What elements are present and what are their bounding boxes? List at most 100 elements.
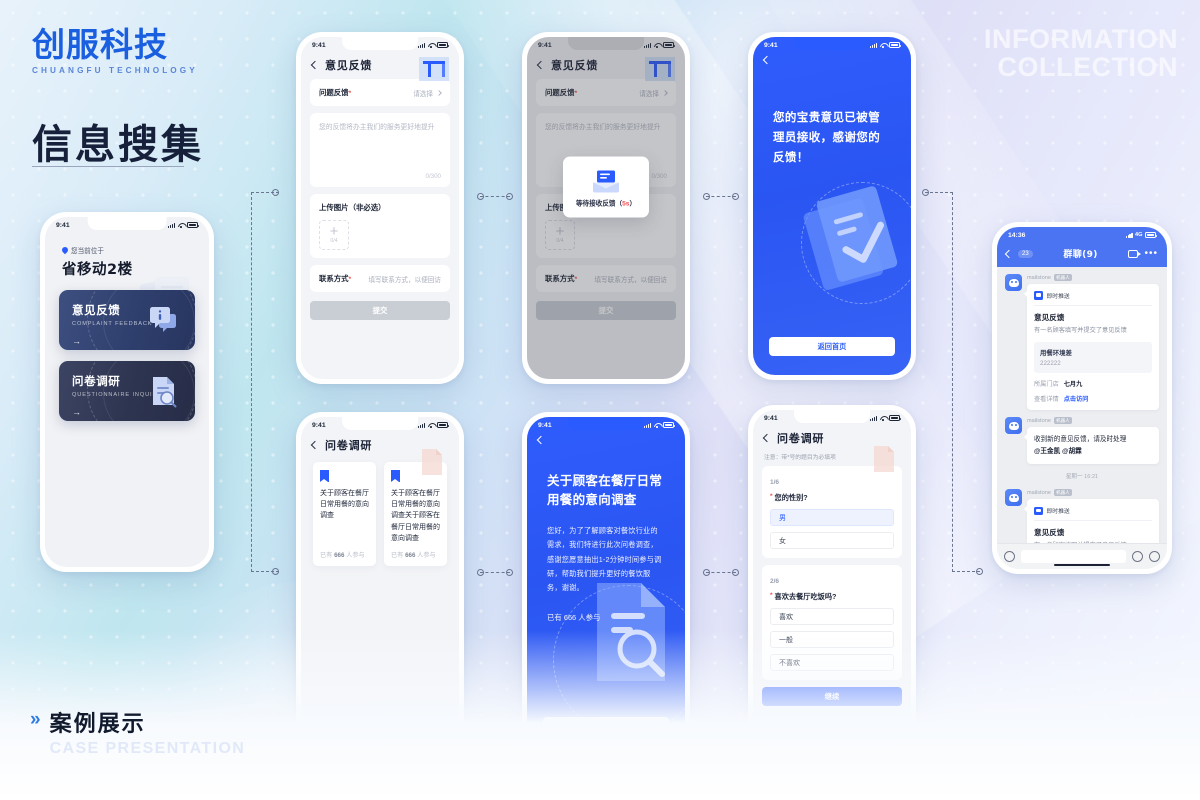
- message-bubble[interactable]: 即时推送 意见反馈 有一名顾客填写并提交了意见反馈 用餐环境差 222222 所…: [1023, 284, 1159, 411]
- status-bar: 14:36 4G: [997, 227, 1167, 243]
- back-home-button[interactable]: 返回首页: [769, 337, 895, 356]
- plus-icon[interactable]: [1149, 551, 1160, 562]
- question-option[interactable]: 不喜欢: [770, 654, 894, 671]
- video-call-icon[interactable]: [1128, 249, 1141, 258]
- entry-card-questionnaire[interactable]: 问卷调研 QUESTIONNAIRE INQUIRY →: [59, 361, 195, 421]
- survey-intro-title: 关于顾客在餐厅日常用餐的意向调查: [547, 473, 663, 508]
- page-title: 信息搜集: [32, 122, 204, 168]
- phone-home-screen: 9:41 您当前位于 省移动2楼 意见反馈 COMPLAINT FEEDBACK…: [40, 212, 214, 572]
- required-marker: *: [770, 592, 773, 599]
- required-marker: *: [770, 493, 773, 500]
- chevron-right-icon: [436, 89, 442, 96]
- survey-card[interactable]: 关于顾客在餐厅日常用餐的意向调查 已有 666 人参与: [313, 462, 376, 566]
- emoji-icon[interactable]: [1132, 551, 1143, 562]
- back-icon[interactable]: [310, 60, 320, 70]
- voice-icon[interactable]: [1004, 551, 1015, 562]
- push-title: 意见反馈: [1034, 313, 1065, 322]
- back-icon[interactable]: [536, 435, 546, 445]
- message-sender: mailstone 机器人: [1027, 274, 1159, 281]
- signal-icon: [168, 222, 175, 228]
- chat-message: mailstone 机器人 收到新的意见反馈，请及时处理 @王金凯 @胡霖: [997, 410, 1167, 465]
- bookmark-icon: [391, 470, 400, 482]
- question-text-row: * 喜欢去餐厅吃饭吗?: [770, 592, 894, 602]
- wifi-icon: [428, 42, 435, 48]
- problem-type-field[interactable]: 问题反馈* 请选择: [310, 79, 450, 106]
- location-prefix: 您当前位于: [71, 248, 104, 255]
- feedback-textarea[interactable]: 您的反馈将办主我们的服务更好地提升 0/300: [310, 113, 450, 187]
- location-pin-icon: [60, 245, 70, 255]
- push-label: 即时推送: [1046, 294, 1070, 300]
- signal-icon: [418, 42, 425, 48]
- sender-name: mailstone: [1027, 489, 1051, 496]
- location-row: 您当前位于: [45, 233, 209, 255]
- status-bar: 9:41: [301, 417, 459, 433]
- background-streak-1: [384, 0, 1046, 657]
- document-search-icon: [153, 377, 177, 408]
- sender-tag: 机器人: [1053, 417, 1072, 425]
- store-value: 七月九: [1063, 381, 1083, 389]
- avatar: [1005, 489, 1022, 507]
- question-option[interactable]: 男: [770, 509, 894, 526]
- question-option[interactable]: 一般: [770, 631, 894, 648]
- battery-icon: [889, 415, 902, 421]
- title-underline: [32, 166, 184, 168]
- survey-card-title: 关于顾客在餐厅日常用餐的意向调查关于顾客在餐厅日常用餐的意向调查: [391, 490, 440, 542]
- push-quote-title: 用餐环境差: [1040, 350, 1072, 358]
- status-bar: 9:41: [301, 37, 459, 53]
- push-notification-icon: [1034, 291, 1043, 300]
- chat-message: mailstone 机器人 即时推送 意见反馈 有一名顾客填写并提交了意见反馈 …: [997, 267, 1167, 411]
- avatar: [1005, 417, 1022, 435]
- wifi-icon: [880, 42, 887, 48]
- count-prefix: 已有: [391, 551, 404, 559]
- bookmark-icon: [320, 470, 329, 482]
- message-bubble[interactable]: 收到新的意见反馈，请及时处理 @王金凯 @胡霖: [1023, 427, 1159, 465]
- question-option[interactable]: 女: [770, 532, 894, 549]
- upload-section: 上传图片（非必选） + 0/4: [310, 194, 450, 258]
- plus-icon: +: [329, 222, 339, 240]
- continue-button[interactable]: 继续: [762, 687, 902, 706]
- nav-title: 问卷调研: [777, 432, 825, 445]
- contact-placeholder: 填写联系方式，以便回访: [368, 276, 441, 284]
- textarea-placeholder: 您的反馈将办主我们的服务更好地提升: [319, 124, 435, 131]
- entry-card-feedback[interactable]: 意见反馈 COMPLAINT FEEDBACK →: [59, 290, 195, 350]
- back-icon[interactable]: [310, 440, 320, 450]
- message-input[interactable]: [1021, 550, 1126, 563]
- problem-type-value: 请选择: [413, 90, 433, 98]
- question-number: 1/6: [770, 475, 894, 487]
- upload-counter: 0/4: [330, 238, 338, 245]
- phone-feedback-form: 9:41 意见反馈 问题反馈* 请选择 您的反馈将办主我们的服务更好地提升 0/…: [296, 32, 464, 384]
- back-icon[interactable]: [762, 433, 772, 443]
- contact-field[interactable]: 联系方式* 填写联系方式，以便回访: [310, 265, 450, 292]
- push-label: 即时推送: [1046, 509, 1070, 516]
- signal-icon: [418, 422, 425, 428]
- count-suffix: 人参与: [417, 551, 436, 559]
- status-time: 9:41: [764, 414, 778, 422]
- status-time: 14:36: [1008, 231, 1026, 239]
- status-bar: 9:41: [753, 37, 911, 53]
- question-option[interactable]: 喜欢: [770, 608, 894, 625]
- mailbox-icon: [593, 170, 619, 193]
- battery-icon: [1145, 232, 1158, 238]
- battery-icon: [187, 222, 200, 228]
- detail-link[interactable]: 点击访问: [1064, 394, 1089, 403]
- case-title-chinese: 案例展示: [49, 712, 146, 737]
- question-text-row: * 您的性别?: [770, 493, 894, 503]
- status-time: 9:41: [312, 41, 326, 49]
- submit-button[interactable]: 提交: [310, 301, 450, 320]
- signal-icon: [1125, 232, 1133, 238]
- signal-icon: [870, 42, 877, 48]
- question-text: 您的性别?: [774, 493, 808, 502]
- start-survey-button[interactable]: 开始填写: [543, 717, 669, 736]
- back-icon[interactable]: [1004, 249, 1014, 258]
- survey-card[interactable]: 关于顾客在餐厅日常用餐的意向调查关于顾客在餐厅日常用餐的意向调查 已有 666 …: [384, 462, 447, 566]
- push-notification-icon: [1034, 506, 1043, 516]
- push-quote-block: 用餐环境差 222222: [1034, 342, 1152, 374]
- more-options-icon[interactable]: •••: [1144, 248, 1158, 258]
- upload-button[interactable]: + 0/4: [319, 220, 349, 250]
- wifi-icon: [880, 415, 887, 421]
- nav-bar: [753, 53, 911, 69]
- back-icon[interactable]: [762, 55, 772, 65]
- chat-timestamp: 星期一 16:21: [1065, 474, 1099, 481]
- sender-tag: 机器人: [1053, 274, 1072, 281]
- question-total: /6: [773, 578, 780, 585]
